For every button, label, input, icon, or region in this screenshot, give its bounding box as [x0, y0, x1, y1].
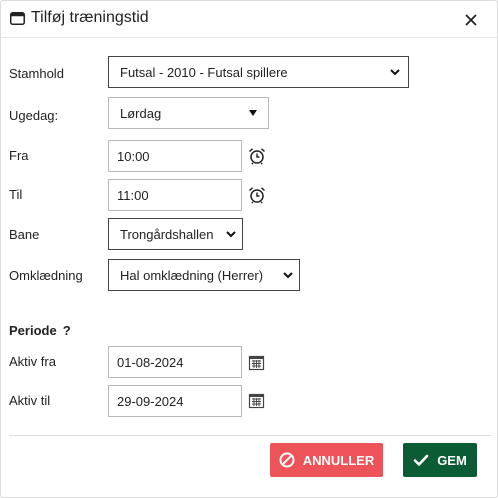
- omklaedning-value: Hal omklædning (Herrer): [120, 267, 264, 283]
- save-label: GEM: [437, 452, 467, 468]
- dialog: Tilføj træningstid Stamhold Futsal - 201…: [0, 0, 498, 498]
- dialog-header: Tilføj træningstid: [1, 1, 497, 38]
- bane-select[interactable]: Trongårdshallen: [108, 218, 243, 250]
- close-icon[interactable]: [461, 10, 481, 30]
- aktiv-til-value: 29-09-2024: [117, 393, 184, 409]
- bane-label: Bane: [9, 227, 40, 242]
- aktiv-fra-label: Aktiv fra: [9, 354, 56, 369]
- calendar-icon[interactable]: [248, 354, 266, 372]
- help-icon[interactable]: ?: [63, 323, 71, 338]
- chevron-down-icon: [390, 69, 400, 76]
- cancel-label: ANNULLER: [302, 452, 375, 468]
- stamhold-select[interactable]: Futsal - 2010 - Futsal spillere: [108, 56, 409, 88]
- aktiv-fra-input[interactable]: 01-08-2024: [108, 346, 242, 378]
- window-icon: [10, 12, 25, 25]
- omklaedning-label: Omklædning: [9, 268, 83, 283]
- aktiv-til-input[interactable]: 29-09-2024: [108, 385, 242, 417]
- omklaedning-select[interactable]: Hal omklædning (Herrer): [108, 259, 300, 291]
- dialog-title: Tilføj træningstid: [31, 9, 149, 26]
- fra-input[interactable]: 10:00: [108, 140, 242, 172]
- save-button[interactable]: GEM: [403, 443, 477, 477]
- chevron-down-icon: [283, 272, 293, 279]
- alarm-clock-icon[interactable]: [248, 186, 266, 204]
- stamhold-value: Futsal - 2010 - Futsal spillere: [120, 64, 288, 80]
- ban-icon: [279, 452, 295, 468]
- caret-down-icon: [249, 110, 257, 116]
- stamhold-label: Stamhold: [9, 66, 64, 81]
- til-input[interactable]: 11:00: [108, 179, 242, 211]
- ugedag-value: Lørdag: [120, 105, 162, 121]
- til-label: Til: [9, 187, 23, 202]
- bane-value: Trongårdshallen: [120, 226, 214, 242]
- aktiv-til-label: Aktiv til: [9, 393, 51, 408]
- til-value: 11:00: [117, 187, 149, 203]
- aktiv-fra-value: 01-08-2024: [117, 354, 184, 370]
- periode-title: Periode: [9, 323, 57, 338]
- chevron-down-icon: [226, 231, 236, 238]
- ugedag-select[interactable]: Lørdag: [108, 97, 269, 129]
- calendar-icon[interactable]: [248, 392, 266, 410]
- fra-value: 10:00: [117, 148, 150, 164]
- cancel-button[interactable]: ANNULLER: [270, 443, 383, 477]
- alarm-clock-icon[interactable]: [248, 147, 266, 165]
- footer-divider: [9, 435, 491, 436]
- periode-heading: Periode?: [9, 323, 71, 338]
- fra-label: Fra: [9, 148, 29, 163]
- check-icon: [413, 454, 429, 466]
- ugedag-label: Ugedag:: [9, 108, 59, 123]
